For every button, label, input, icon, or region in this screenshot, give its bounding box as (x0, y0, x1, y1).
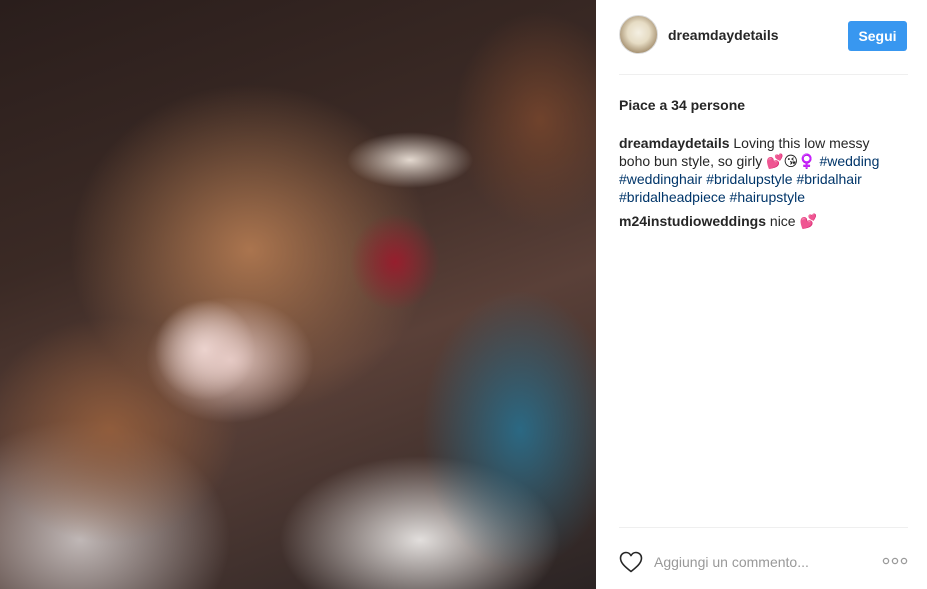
actions-divider (619, 527, 908, 528)
comment-username[interactable]: m24instudioweddings (619, 213, 766, 229)
header-divider (619, 74, 908, 75)
post-actions (619, 549, 908, 575)
hashtag-link[interactable]: #weddinghair (619, 171, 702, 187)
hashtag-link[interactable]: #bridalupstyle (706, 171, 792, 187)
post-side-panel: dreamdaydetails Segui Piace a 34 persone… (596, 0, 927, 589)
comment-item: m24instudioweddings nice 💕 (619, 212, 904, 230)
avatar[interactable] (619, 15, 658, 54)
hashtag-link[interactable]: #bridalhair (796, 171, 861, 187)
hashtag-link[interactable]: #bridalheadpiece (619, 189, 726, 205)
post-photo[interactable] (0, 0, 596, 589)
more-options-icon[interactable] (882, 555, 908, 567)
header-username[interactable]: dreamdaydetails (668, 27, 779, 43)
comment-username[interactable]: dreamdaydetails (619, 135, 730, 151)
comment-text: nice 💕 (769, 213, 817, 229)
likes-count[interactable]: Piace a 34 persone (619, 97, 745, 113)
comments-list: dreamdaydetails Loving this low messy bo… (619, 134, 904, 236)
post-header: dreamdaydetails Segui (619, 15, 907, 57)
follow-button[interactable]: Segui (848, 21, 907, 51)
add-comment-input[interactable] (654, 551, 864, 573)
hashtag-link[interactable]: #hairupstyle (730, 189, 806, 205)
comment-item: dreamdaydetails Loving this low messy bo… (619, 134, 904, 206)
heart-icon[interactable] (619, 551, 643, 573)
hashtag-link[interactable]: #wedding (819, 153, 879, 169)
